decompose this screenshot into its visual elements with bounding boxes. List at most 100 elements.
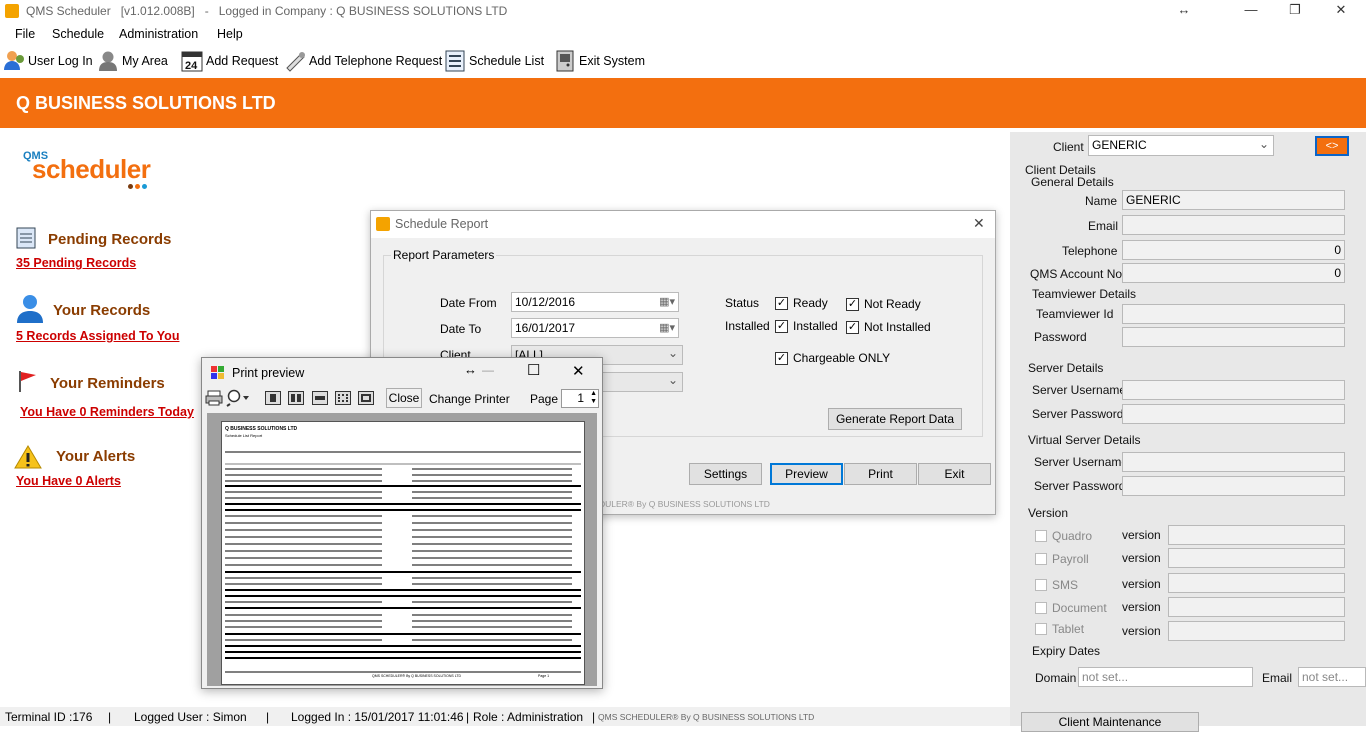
exit-button[interactable]: Exit: [918, 463, 991, 485]
schedule-report-title: Schedule Report: [395, 217, 489, 231]
sms-label: SMS: [1052, 578, 1079, 592]
chargeable-only-checkbox[interactable]: ✓: [775, 352, 788, 365]
date-to-value: 16/01/2017: [515, 321, 576, 335]
client-label: Client: [1053, 140, 1084, 154]
pp-close-button[interactable]: ✕: [572, 362, 585, 380]
name-field[interactable]: GENERIC: [1122, 190, 1345, 210]
virtual-server-password-field[interactable]: [1122, 476, 1345, 496]
pp-maximize-button[interactable]: ☐: [527, 361, 540, 379]
installed-label: Installed: [793, 319, 838, 333]
teamviewer-id-field[interactable]: [1122, 304, 1345, 324]
your-alerts-heading: Your Alerts: [56, 448, 136, 465]
print-button[interactable]: Print: [844, 463, 917, 485]
your-alerts-link[interactable]: You Have 0 Alerts: [16, 474, 121, 488]
email-expiry-field[interactable]: not set...: [1298, 667, 1366, 687]
close-button[interactable]: ✕: [1318, 2, 1364, 20]
page-number-stepper[interactable]: 1 ▲ ▼: [561, 389, 599, 408]
server-password-field[interactable]: [1122, 404, 1345, 424]
four-pages-icon[interactable]: [335, 391, 351, 405]
toggle-panel-button[interactable]: <>: [1315, 136, 1349, 156]
client-select[interactable]: GENERIC ⌄: [1088, 135, 1274, 156]
six-pages-icon[interactable]: [358, 391, 374, 405]
your-records-link[interactable]: 5 Records Assigned To You: [16, 329, 179, 343]
preview-button[interactable]: Preview: [770, 463, 843, 485]
zoom-icon[interactable]: [226, 389, 250, 410]
generate-report-data-button[interactable]: Generate Report Data: [828, 408, 962, 430]
restore-button[interactable]: ❐: [1272, 2, 1318, 20]
add-telephone-request-label: Add Telephone Request: [309, 54, 443, 68]
exit-door-icon: [554, 50, 576, 72]
payroll-checkbox[interactable]: [1035, 553, 1047, 565]
add-request-button[interactable]: 24 Add Request: [181, 49, 278, 73]
pending-records-heading: Pending Records: [48, 231, 172, 248]
exit-system-label: Exit System: [579, 54, 645, 68]
email-label: Email: [1088, 219, 1119, 233]
teamviewer-id-label: Teamviewer Id: [1036, 307, 1114, 321]
page-label: Page: [530, 392, 559, 406]
logo-big-text: scheduler: [32, 154, 151, 184]
pp-minimize-button[interactable]: —: [482, 363, 494, 377]
sms-checkbox[interactable]: [1035, 579, 1047, 591]
domain-expiry-field[interactable]: not set...: [1078, 667, 1253, 687]
not-installed-checkbox[interactable]: ✓: [846, 321, 859, 334]
date-to-picker[interactable]: 16/01/2017 ▦▾: [511, 318, 679, 338]
virtual-server-password-label: Server Password: [1034, 479, 1126, 493]
svg-text:24: 24: [185, 60, 198, 72]
document-version-label: version: [1122, 600, 1161, 614]
exit-system-button[interactable]: Exit System: [554, 49, 645, 73]
minimize-button[interactable]: —: [1228, 2, 1274, 20]
telephone-field[interactable]: 0: [1122, 240, 1345, 260]
change-printer-button[interactable]: Change Printer: [429, 392, 510, 406]
menu-help[interactable]: Help: [217, 27, 243, 41]
menu-administration[interactable]: Administration: [119, 27, 198, 41]
stepper-arrows-icon[interactable]: ▲ ▼: [590, 390, 597, 406]
dialog-close-button[interactable]: ✕: [973, 215, 985, 232]
three-pages-icon[interactable]: [312, 391, 328, 405]
document-checkbox[interactable]: [1035, 602, 1047, 614]
general-details-heading: General Details: [1031, 175, 1114, 189]
app-icon: [5, 4, 19, 18]
one-page-icon[interactable]: [265, 391, 281, 405]
resize-icon: ↔: [1177, 2, 1191, 17]
payroll-version-field[interactable]: [1168, 548, 1345, 568]
virtual-server-details-heading: Virtual Server Details: [1028, 433, 1141, 447]
tablet-version-field[interactable]: [1168, 621, 1345, 641]
qms-account-label: QMS Account No: [1030, 267, 1123, 281]
report-parameters-label: Report Parameters: [391, 248, 497, 262]
add-telephone-request-button[interactable]: Add Telephone Request: [284, 49, 442, 73]
logged-in-time: Logged In : 15/01/2017 11:01:46: [291, 710, 464, 724]
teamviewer-details-heading: Teamviewer Details: [1032, 287, 1137, 301]
two-pages-icon[interactable]: [288, 391, 304, 405]
sms-version-field[interactable]: [1168, 573, 1345, 593]
document-version-field[interactable]: [1168, 597, 1345, 617]
pending-records-link[interactable]: 35 Pending Records: [16, 256, 136, 270]
ready-checkbox[interactable]: ✓: [775, 297, 788, 310]
virtual-server-username-field[interactable]: [1122, 452, 1345, 472]
banner-company-name: Q BUSINESS SOLUTIONS LTD: [16, 93, 276, 113]
client-maintenance-button[interactable]: Client Maintenance: [1021, 712, 1199, 732]
logged-user: Logged User : Simon: [134, 710, 247, 724]
terminal-id: Terminal ID :176: [5, 710, 93, 724]
warning-icon: [14, 444, 42, 473]
quadro-version-field[interactable]: [1168, 525, 1345, 545]
my-area-button[interactable]: My Area: [97, 49, 168, 73]
menu-schedule[interactable]: Schedule: [52, 27, 104, 41]
not-ready-checkbox[interactable]: ✓: [846, 298, 859, 311]
menu-file[interactable]: File: [15, 27, 35, 41]
user-log-in-button[interactable]: User Log In: [3, 49, 93, 73]
preview-close-button[interactable]: Close: [386, 388, 422, 408]
logo-dots: [128, 184, 147, 189]
email-field[interactable]: [1122, 215, 1345, 235]
server-username-field[interactable]: [1122, 380, 1345, 400]
printer-icon[interactable]: [205, 390, 223, 409]
date-from-picker[interactable]: 10/12/2016 ▦▾: [511, 292, 679, 312]
settings-button[interactable]: Settings: [689, 463, 762, 485]
tablet-checkbox[interactable]: [1035, 623, 1047, 635]
teamviewer-password-field[interactable]: [1122, 327, 1345, 347]
installed-checkbox[interactable]: ✓: [775, 320, 788, 333]
quadro-checkbox[interactable]: [1035, 530, 1047, 542]
your-reminders-link[interactable]: You Have 0 Reminders Today: [20, 405, 194, 419]
schedule-list-button[interactable]: Schedule List: [444, 49, 544, 73]
qms-account-field[interactable]: 0: [1122, 263, 1345, 283]
add-request-label: Add Request: [206, 54, 279, 68]
